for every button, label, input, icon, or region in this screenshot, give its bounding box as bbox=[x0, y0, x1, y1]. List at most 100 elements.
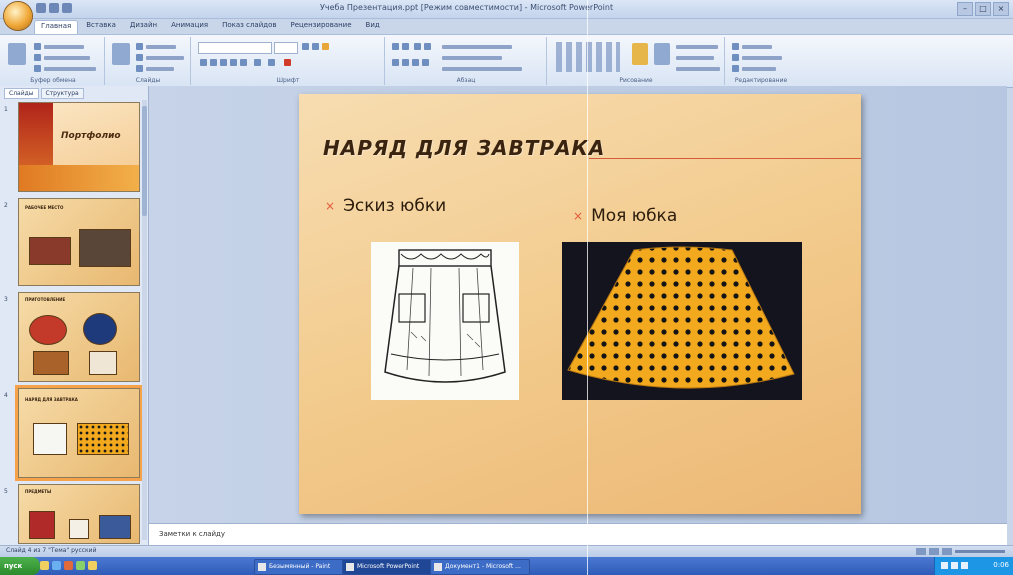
clear-format-icon[interactable] bbox=[322, 43, 329, 50]
notes-pane[interactable]: Заметки к слайду bbox=[149, 523, 1007, 546]
slide-canvas[interactable]: НАРЯД ДЛЯ ЗАВТРАКА × Эскиз юбки × Моя юбка bbox=[299, 94, 861, 514]
office-button[interactable] bbox=[4, 2, 32, 30]
spacing-icon[interactable] bbox=[254, 59, 261, 66]
format-painter-icon[interactable] bbox=[34, 65, 41, 72]
paste-icon[interactable] bbox=[8, 43, 26, 65]
find-icon[interactable] bbox=[732, 43, 739, 50]
quick-launch-icon[interactable] bbox=[64, 561, 73, 570]
shadow-icon[interactable] bbox=[240, 59, 247, 66]
slide-title[interactable]: НАРЯД ДЛЯ ЗАВТРАКА bbox=[323, 136, 605, 160]
taskbar-item-powerpoint[interactable]: Microsoft PowerPoint bbox=[342, 559, 442, 575]
decrease-indent-icon[interactable] bbox=[414, 43, 421, 50]
minimize-button[interactable]: – bbox=[957, 2, 973, 16]
quick-styles-icon[interactable] bbox=[654, 43, 670, 65]
bullet-sketch[interactable]: × Эскиз юбки bbox=[325, 196, 446, 216]
bullet-my-skirt[interactable]: × Моя юбка bbox=[573, 206, 677, 226]
slide-thumbnail-1[interactable]: Портфолио bbox=[18, 102, 140, 192]
slide-thumbnail-4[interactable]: НАРЯД ДЛЯ ЗАВТРАКА bbox=[18, 388, 140, 478]
tab-animation[interactable]: Анимация bbox=[165, 20, 214, 34]
taskbar-item-paint[interactable]: Безымянный - Paint bbox=[254, 559, 354, 575]
select-icon[interactable] bbox=[732, 65, 739, 72]
tab-home[interactable]: Главная bbox=[34, 20, 79, 34]
skirt-sketch-image[interactable] bbox=[371, 242, 519, 400]
maximize-button[interactable]: □ bbox=[975, 2, 991, 16]
align-center-icon[interactable] bbox=[402, 59, 409, 66]
font-name-box[interactable] bbox=[198, 42, 272, 54]
justify-icon[interactable] bbox=[422, 59, 429, 66]
thumbnail-number: 1 bbox=[4, 106, 8, 113]
tab-slideshow[interactable]: Показ слайдов bbox=[216, 20, 282, 34]
strikethrough-icon[interactable] bbox=[230, 59, 237, 66]
thumbnail-image bbox=[99, 515, 131, 539]
delete-slide-icon[interactable] bbox=[136, 65, 143, 72]
close-button[interactable]: × bbox=[993, 2, 1009, 16]
tab-outline[interactable]: Структура bbox=[40, 88, 84, 99]
quick-launch-icon[interactable] bbox=[76, 561, 85, 570]
group-paragraph: Абзац bbox=[386, 37, 547, 85]
undo-icon[interactable] bbox=[49, 3, 59, 13]
zoom-slider[interactable] bbox=[955, 550, 1005, 553]
bullets-icon[interactable] bbox=[392, 43, 399, 50]
bullet-marker: × bbox=[573, 209, 584, 223]
scrollbar-thumb[interactable] bbox=[142, 106, 147, 216]
window-title: Учеба Презентация.ppt [Режим совместимос… bbox=[320, 3, 614, 12]
grow-font-icon[interactable] bbox=[302, 43, 309, 50]
redo-icon[interactable] bbox=[62, 3, 72, 13]
tab-design[interactable]: Дизайн bbox=[124, 20, 163, 34]
font-size-box[interactable] bbox=[274, 42, 298, 54]
change-case-icon[interactable] bbox=[268, 59, 275, 66]
group-clipboard: Буфер обмена bbox=[2, 37, 105, 85]
slide-thumbnail-2[interactable]: РАБОЧЕЕ МЕСТО bbox=[18, 198, 140, 286]
replace-icon[interactable] bbox=[732, 54, 739, 61]
panel-scrollbar[interactable] bbox=[142, 100, 147, 540]
font-color-icon[interactable] bbox=[284, 59, 291, 66]
taskbar-item-word[interactable]: Документ1 - Microsoft ... bbox=[430, 559, 530, 575]
slide-editor: НАРЯД ДЛЯ ЗАВТРАКА × Эскиз юбки × Моя юбка bbox=[149, 86, 1007, 523]
tray-icon[interactable] bbox=[961, 562, 968, 569]
thumbnail-image bbox=[89, 351, 117, 375]
tab-view[interactable]: Вид bbox=[360, 20, 386, 34]
slideshow-icon[interactable] bbox=[942, 548, 952, 555]
shapes-gallery[interactable] bbox=[556, 42, 620, 72]
start-button[interactable]: пуск bbox=[0, 557, 40, 575]
save-icon[interactable] bbox=[36, 3, 46, 13]
thumbnail-image bbox=[69, 519, 89, 539]
quick-launch-icon[interactable] bbox=[40, 561, 49, 570]
quick-launch bbox=[40, 561, 97, 570]
underline-icon[interactable] bbox=[220, 59, 227, 66]
bold-icon[interactable] bbox=[200, 59, 207, 66]
reset-icon[interactable] bbox=[136, 54, 143, 61]
shrink-font-icon[interactable] bbox=[312, 43, 319, 50]
slide-thumbnail-5[interactable]: ПРЕДМЕТЫ bbox=[18, 484, 140, 544]
italic-icon[interactable] bbox=[210, 59, 217, 66]
new-slide-icon[interactable] bbox=[112, 43, 130, 65]
numbering-icon[interactable] bbox=[402, 43, 409, 50]
tab-review[interactable]: Рецензирование bbox=[285, 20, 358, 34]
quick-launch-icon[interactable] bbox=[88, 561, 97, 570]
thumbnail-title: ПРЕДМЕТЫ bbox=[25, 489, 52, 494]
tray-icon[interactable] bbox=[941, 562, 948, 569]
ribbon-tabs: Главная Вставка Дизайн Анимация Показ сл… bbox=[34, 20, 386, 34]
align-right-icon[interactable] bbox=[412, 59, 419, 66]
zoom-controls bbox=[916, 548, 1005, 555]
sorter-view-icon[interactable] bbox=[929, 548, 939, 555]
cut-icon[interactable] bbox=[34, 43, 41, 50]
tab-insert[interactable]: Вставка bbox=[80, 20, 122, 34]
tray-icon[interactable] bbox=[951, 562, 958, 569]
quick-launch-icon[interactable] bbox=[52, 561, 61, 570]
arrange-icon[interactable] bbox=[632, 43, 648, 65]
tab-slides[interactable]: Слайды bbox=[4, 88, 39, 99]
copy-icon[interactable] bbox=[34, 54, 41, 61]
ribbon: Буфер обмена Слайды Шрифт Абзац Рисовани… bbox=[0, 34, 1013, 88]
bullet-my-skirt-text: Моя юбка bbox=[591, 206, 678, 226]
increase-indent-icon[interactable] bbox=[424, 43, 431, 50]
polka-dot-skirt-photo[interactable] bbox=[562, 242, 802, 400]
normal-view-icon[interactable] bbox=[916, 548, 926, 555]
align-left-icon[interactable] bbox=[392, 59, 399, 66]
group-drawing: Рисование bbox=[548, 37, 725, 85]
slide-thumbnail-3[interactable]: ПРИГОТОВЛЕНИЕ bbox=[18, 292, 140, 382]
layout-icon[interactable] bbox=[136, 43, 143, 50]
thumbnail-image bbox=[33, 351, 69, 375]
thumbnail-number: 4 bbox=[4, 392, 8, 399]
thumbnail-image bbox=[29, 315, 67, 345]
